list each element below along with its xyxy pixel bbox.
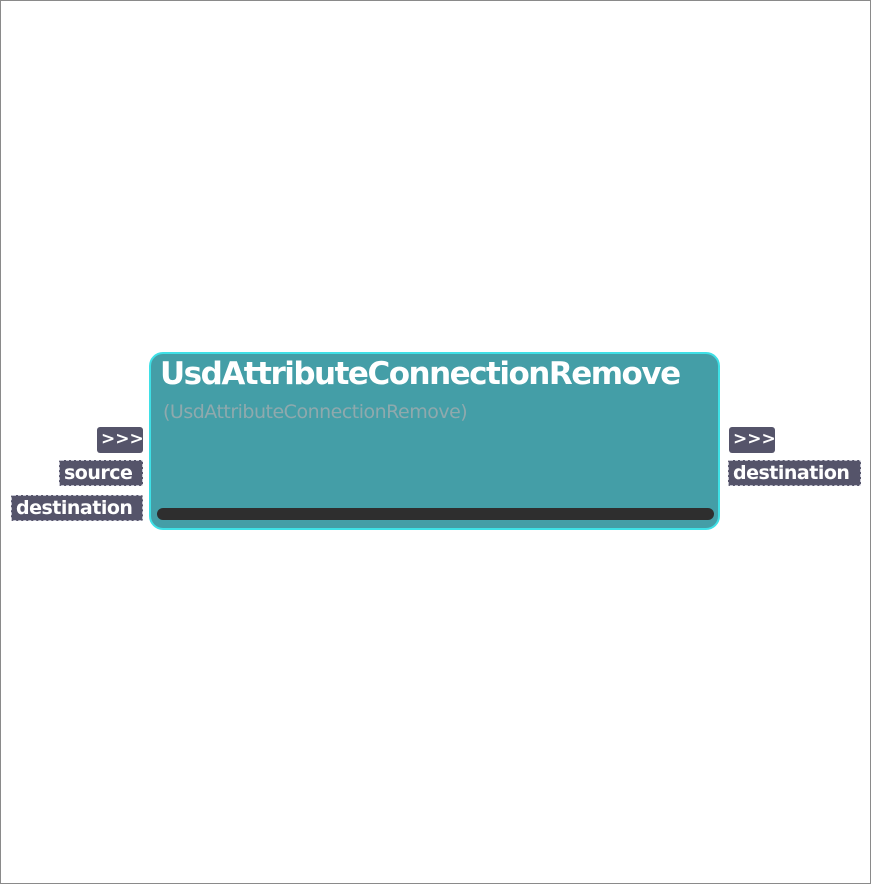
input-pin-source[interactable]: source: [59, 460, 143, 486]
input-pin-exec[interactable]: >>>: [97, 427, 144, 453]
node-progress-bar: [157, 508, 714, 520]
output-pin-destination[interactable]: destination: [728, 460, 861, 486]
input-pin-destination[interactable]: destination: [11, 495, 143, 521]
graph-node[interactable]: UsdAttributeConnectionRemove (UsdAttribu…: [149, 352, 720, 530]
output-pin-exec[interactable]: >>>: [729, 427, 776, 453]
canvas-frame: UsdAttributeConnectionRemove (UsdAttribu…: [0, 0, 871, 884]
node-subtitle: (UsdAttributeConnectionRemove): [163, 401, 468, 423]
node-title: UsdAttributeConnectionRemove: [160, 356, 681, 392]
